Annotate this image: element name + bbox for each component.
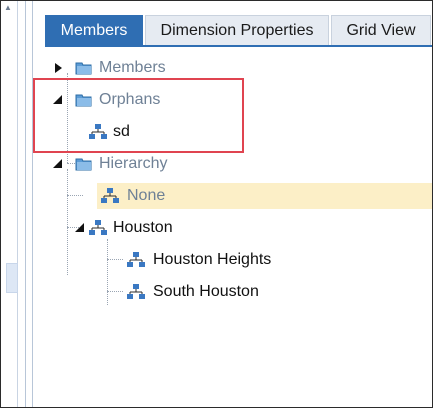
tree-connector <box>67 195 83 196</box>
folder-icon <box>75 62 92 75</box>
tree-node-none[interactable]: None <box>97 183 432 209</box>
tree-node-label: Houston Heights <box>153 251 272 268</box>
tree-node-label: None <box>127 187 166 204</box>
tree-node-houston[interactable]: Houston <box>75 215 375 241</box>
tree-connector <box>107 239 108 305</box>
tree-node-label: Hierarchy <box>99 155 168 172</box>
hierarchy-node-icon <box>101 188 119 203</box>
tab-dimension-properties[interactable]: Dimension Properties <box>145 15 329 45</box>
hierarchy-node-icon <box>127 252 145 267</box>
collapse-toggle-icon[interactable] <box>75 223 84 232</box>
members-panel: Members Dimension Properties Grid View M… <box>35 1 432 407</box>
hierarchy-node-icon <box>127 284 145 299</box>
tree-node-south-houston[interactable]: South Houston <box>125 279 385 305</box>
hierarchy-node-icon <box>89 220 107 235</box>
expand-toggle-icon[interactable] <box>55 63 62 73</box>
pane-collapse-icon[interactable]: ▲ <box>4 3 12 12</box>
tree-node-hierarchy[interactable]: Hierarchy <box>53 151 353 177</box>
folder-icon <box>75 158 92 171</box>
orphans-highlight-box <box>33 78 244 153</box>
left-pane-scrollbar[interactable] <box>6 263 18 293</box>
tab-grid-view[interactable]: Grid View <box>331 15 431 45</box>
app-frame: ▲ Members Dimension Properties Grid View <box>0 0 433 408</box>
tree-connector <box>67 169 68 275</box>
pane-splitter[interactable] <box>25 1 33 407</box>
tab-bar: Members Dimension Properties Grid View <box>45 15 432 47</box>
tree-connector <box>107 291 123 292</box>
tab-members[interactable]: Members <box>45 15 143 45</box>
left-pane: ▲ <box>1 1 18 407</box>
tree-connector <box>107 259 123 260</box>
collapse-toggle-icon[interactable] <box>53 159 62 168</box>
tree-node-label: South Houston <box>153 283 259 300</box>
tree-node-houston-heights[interactable]: Houston Heights <box>125 247 385 273</box>
tree-node-label: Houston <box>113 219 173 236</box>
